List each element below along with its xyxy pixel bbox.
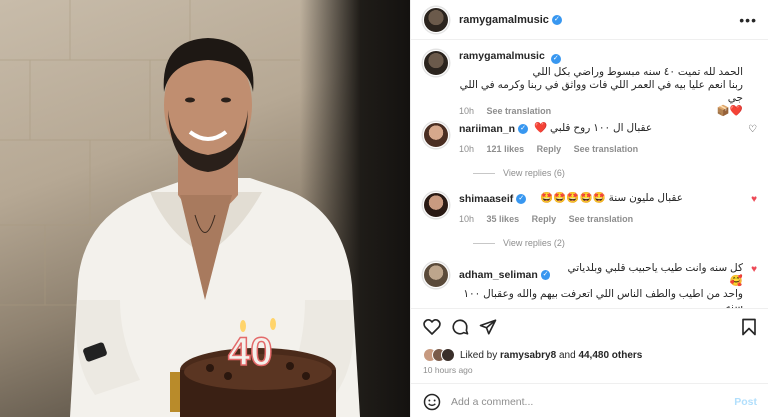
comment-like-heart-icon[interactable]: ♡ [748, 124, 757, 135]
comment-body: shimaaseif ✓ عقبال مليون سنة 🤩🤩🤩🤩🤩 [459, 192, 743, 205]
add-comment-bar: Add a comment... Post [411, 383, 768, 417]
comment-username[interactable]: nariiman_n [459, 123, 515, 135]
verified-badge-icon: ✓ [550, 54, 561, 64]
see-translation-link[interactable]: See translation [574, 144, 639, 154]
like-heart-icon[interactable] [423, 318, 441, 335]
post-time-ago[interactable]: 10 hours ago [423, 365, 473, 375]
person-illustration: 40 [70, 38, 360, 417]
post-comment-button[interactable]: Post [734, 396, 757, 408]
comment-liked-heart-icon[interactable]: ♥ [751, 264, 757, 275]
avatar[interactable] [423, 6, 449, 33]
comments-list: ramygamalmusic ✓ الحمد لله تميت ٤٠ سنه م… [411, 40, 768, 308]
post-author-username[interactable]: ramygamalmusic [459, 14, 549, 26]
comment-likes-count[interactable]: 35 likes [487, 214, 520, 224]
verified-badge-icon: ✓ [516, 193, 527, 204]
avatar[interactable] [423, 122, 449, 148]
liked-by-and: and [558, 349, 576, 361]
comment-text: عقبال مليون سنة 🤩🤩🤩🤩🤩 [540, 192, 683, 204]
comment-time: 10h [459, 214, 475, 224]
liker-avatar [441, 348, 455, 362]
see-translation-link[interactable]: See translation [487, 106, 552, 116]
caption-username[interactable]: ramygamalmusic [459, 50, 545, 62]
instagram-post-view: 40 ramygamalmusic ✓ ••• ramygamalmusic ✓ [0, 0, 768, 417]
comment-meta: 10h 35 likes Reply See translation [459, 214, 643, 224]
caption-item: ramygamalmusic ✓ الحمد لله تميت ٤٠ سنه م… [423, 50, 757, 117]
verified-badge-icon: ✓ [540, 270, 551, 280]
avatar[interactable] [423, 192, 449, 218]
emoji-smiley-icon[interactable] [423, 393, 441, 411]
liked-by-others[interactable]: 44,480 others [578, 350, 642, 361]
caption-time: 10h [459, 106, 475, 116]
comment-meta: 10h 121 likes Reply See translation [459, 144, 648, 154]
comment-body: nariiman_n ✓ عقبال ال ١٠٠ روح قلبي ❤️ [459, 122, 743, 135]
caption-line-1: الحمد لله تميت ٤٠ سنه مبسوط وراضي بكل ال… [532, 66, 743, 78]
share-send-icon[interactable] [479, 318, 497, 336]
avatar[interactable] [423, 262, 449, 288]
avatar[interactable] [423, 50, 449, 76]
comment-item: adham_seliman ✓ كل سنه وانت طيب ياحبيب ق… [423, 262, 757, 308]
caption-meta: 10h See translation [459, 106, 561, 116]
comment-item: shimaaseif ✓ عقبال مليون سنة 🤩🤩🤩🤩🤩 ♥ 10h… [423, 192, 757, 262]
save-bookmark-icon[interactable] [741, 318, 757, 336]
comment-likes-count[interactable]: 121 likes [487, 144, 525, 154]
cake-candle-number: 40 [228, 330, 273, 374]
comment-text-line-1: كل سنه وانت طيب ياحبيب قلبي وبلدياتي 🥰 [567, 262, 743, 287]
add-comment-input[interactable]: Add a comment... [451, 396, 533, 408]
comment-liked-heart-icon[interactable]: ♥ [751, 194, 757, 205]
liked-by-prefix: Liked by [460, 349, 498, 361]
view-replies-button[interactable]: View replies (6) [473, 168, 565, 178]
liked-by-username[interactable]: ramysabry8 [500, 350, 556, 361]
comment-text-line-2: واحد من اطيب والطف الناس اللي اتعرفت بيه… [463, 288, 743, 308]
post-actions: Liked by ramysabry8 and 44,480 others 10… [411, 308, 768, 417]
reply-button[interactable]: Reply [537, 144, 562, 154]
comment-time: 10h [459, 144, 475, 154]
comment-username[interactable]: adham_seliman [459, 269, 538, 281]
comment-username[interactable]: shimaaseif [459, 193, 513, 205]
liked-by-row[interactable]: Liked by ramysabry8 and 44,480 others [423, 348, 642, 362]
verified-badge-icon: ✓ [518, 123, 529, 134]
caption-line-2: ربنا انعم عليا بيه في العمر اللي فات ووا… [459, 79, 743, 104]
reply-button[interactable]: Reply [532, 214, 557, 224]
see-translation-link[interactable]: See translation [569, 214, 634, 224]
comment-text: عقبال ال ١٠٠ روح قلبي ❤️ [534, 122, 653, 134]
liked-by-text: Liked by ramysabry8 and 44,480 others [460, 350, 642, 361]
comment-icon[interactable] [451, 318, 469, 336]
post-details-panel: ramygamalmusic ✓ ••• ramygamalmusic ✓ ال… [410, 0, 768, 417]
view-replies-button[interactable]: View replies (2) [473, 238, 565, 248]
verified-badge-icon: ✓ [551, 14, 562, 25]
action-icons-bar [423, 318, 757, 338]
post-photo[interactable]: 40 [0, 0, 410, 417]
post-header: ramygamalmusic ✓ ••• [411, 0, 768, 40]
comment-body: adham_seliman ✓ كل سنه وانت طيب ياحبيب ق… [459, 262, 743, 308]
more-options-icon[interactable]: ••• [739, 12, 757, 28]
